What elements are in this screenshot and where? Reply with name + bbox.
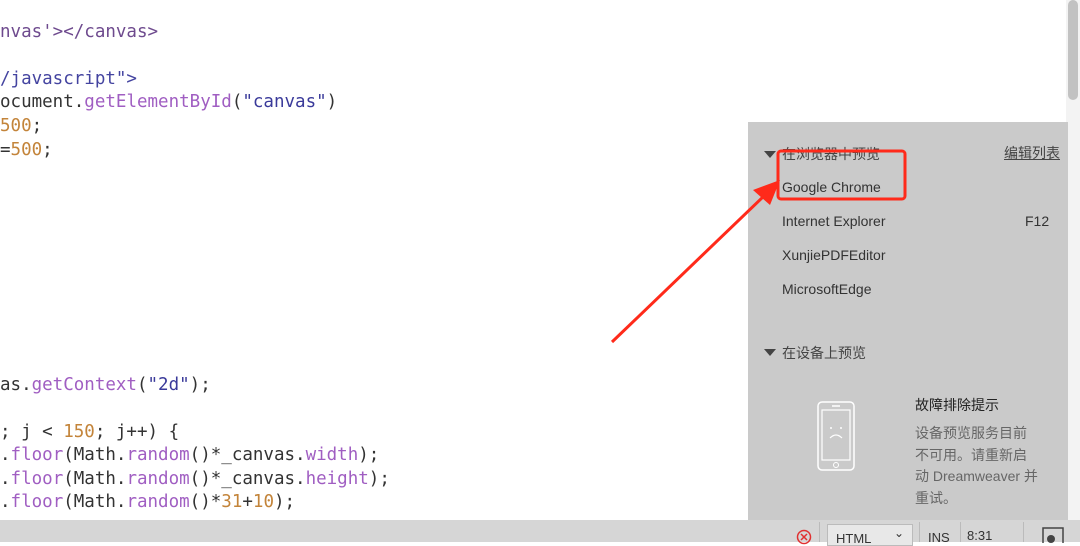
insert-mode[interactable]: INS (928, 530, 950, 545)
code-line: .floor(Math.random()*31+10); (0, 492, 296, 512)
collapse-triangle-icon[interactable] (764, 151, 776, 158)
troubleshoot-title: 故障排除提示 (915, 397, 999, 413)
language-select[interactable]: HTML ⌄ (827, 524, 913, 546)
code-line: as.getContext("2d"); (0, 375, 211, 395)
error-icon[interactable] (796, 529, 812, 545)
scrollbar-thumb[interactable] (1068, 0, 1078, 100)
code-line: .floor(Math.random()*_canvas.width); (0, 445, 380, 465)
language-value: HTML (836, 531, 872, 546)
troubleshoot-line: 动 Dreamweaver 并 (915, 468, 1038, 484)
browser-item-ie[interactable]: Internet Explorer (782, 213, 886, 229)
browser-item-chrome[interactable]: Google Chrome (782, 179, 881, 195)
browser-section-title[interactable]: 在浏览器中预览 (782, 144, 880, 164)
code-line: /javascript"> (0, 69, 137, 89)
ie-shortcut: F12 (1025, 213, 1050, 229)
code-line: ocument.getElementById("canvas") (0, 92, 338, 112)
code-line: 500; (0, 116, 43, 136)
browser-item-xunjie[interactable]: XunjiePDFEditor (782, 247, 886, 263)
edit-list-link[interactable]: 编辑列表 (1004, 143, 1060, 163)
chevron-down-icon: ⌄ (894, 526, 905, 540)
preview-panel: 在浏览器中预览 编辑列表 Google Chrome Internet Expl… (748, 122, 1068, 520)
status-bar: HTML ⌄ INS 8:31 (0, 520, 1080, 546)
code-line: .floor(Math.random()*_canvas.height); (0, 469, 390, 489)
troubleshoot-line: 设备预览服务目前 (915, 425, 1027, 441)
device-section-title[interactable]: 在设备上预览 (782, 343, 866, 363)
troubleshoot-line: 不可用。请重新启 (915, 446, 1027, 463)
troubleshoot-line: 重试。 (915, 489, 957, 506)
browser-item-edge[interactable]: MicrosoftEdge (782, 281, 871, 297)
cursor-position: 8:31 (967, 528, 993, 543)
code-line: =500; (0, 140, 53, 160)
code-line: ; j < 150; j++) { (0, 422, 180, 442)
collapse-triangle-icon[interactable] (764, 349, 776, 356)
code-line: nvas'></canvas> (0, 22, 159, 42)
live-view-icon[interactable] (1042, 527, 1066, 543)
sad-phone-icon (817, 401, 855, 471)
vertical-scrollbar[interactable] (1066, 0, 1080, 520)
